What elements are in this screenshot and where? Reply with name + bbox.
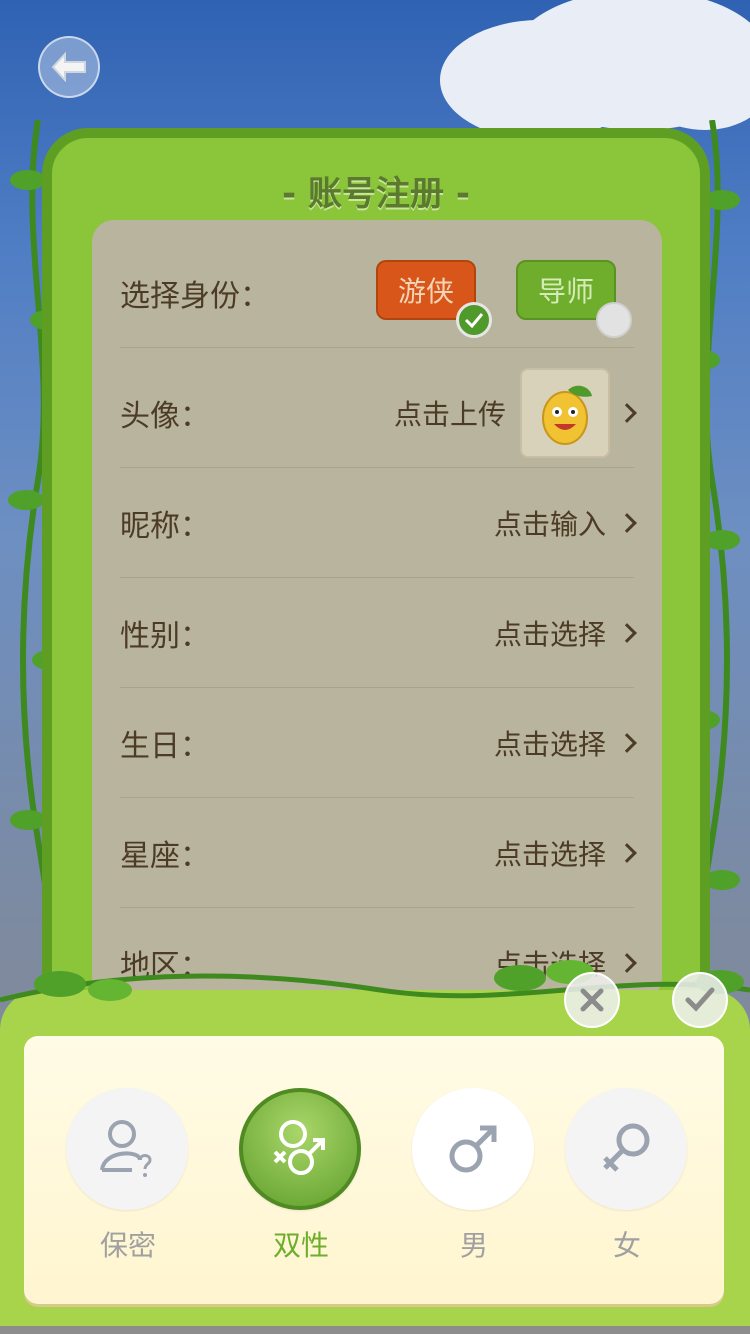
birthday-label: 生日： (120, 728, 210, 764)
confirm-button[interactable] (672, 972, 728, 1028)
gender-label: 性别： (120, 618, 210, 654)
role-ranger-label: 游侠 (397, 275, 454, 308)
gender-option-label: 双性 (272, 1229, 329, 1262)
identity-row: 选择身份： 游侠 导师 (120, 238, 634, 348)
chevron-right-icon (617, 842, 637, 863)
birthday-value: 点击选择 (493, 727, 606, 761)
gender-option-label: 男 (459, 1229, 488, 1262)
selected-check-icon (456, 302, 492, 338)
identity-label: 选择身份： (120, 278, 270, 314)
constellation-row[interactable]: 星座： 点击选择 (120, 798, 637, 908)
nickname-label: 昵称： (120, 508, 210, 544)
bottom-edge (0, 1326, 750, 1334)
page-title: - 账号注册 - (282, 174, 470, 214)
chevron-right-icon (617, 512, 637, 533)
unselected-radio-icon (596, 302, 632, 338)
nickname-row[interactable]: 昵称： 点击输入 (120, 468, 637, 578)
form-panel: 选择身份： 游侠 导师 头像： 点击上传 昵称： 点击输入 性别： 点击选择 生… (92, 220, 662, 1000)
male-icon (449, 1125, 497, 1173)
gender-options-panel: 保密 双性 男 女 (24, 1036, 724, 1304)
chevron-right-icon (617, 732, 637, 753)
gender-row[interactable]: 性别： 点击选择 (120, 578, 637, 688)
role-option-mentor[interactable]: 导师 (516, 260, 632, 338)
registration-board: - 账号注册 - 选择身份： 游侠 导师 头像： 点击上传 昵称： 点击输入 性… (42, 128, 710, 1028)
chevron-right-icon (617, 402, 637, 423)
lemon-avatar-icon (542, 385, 592, 445)
gender-option-secret[interactable]: 保密 (66, 1088, 190, 1264)
gender-picker-sheet: 保密 双性 男 女 (0, 960, 750, 1334)
bisexual-icon (273, 1120, 325, 1175)
gender-option-label: 保密 (99, 1229, 156, 1262)
gender-option-female[interactable]: 女 (565, 1088, 689, 1264)
constellation-label: 星座： (120, 838, 210, 874)
secret-person-icon (100, 1120, 152, 1177)
gender-option-label: 女 (612, 1229, 641, 1262)
birthday-row[interactable]: 生日： 点击选择 (120, 688, 637, 798)
check-icon (685, 987, 715, 1012)
constellation-value: 点击选择 (493, 837, 606, 871)
avatar-label: 头像： (120, 398, 210, 434)
gender-value: 点击选择 (493, 617, 606, 651)
close-icon (580, 988, 604, 1012)
avatar[interactable] (520, 368, 610, 458)
role-option-ranger[interactable]: 游侠 (376, 260, 492, 338)
gender-option-male[interactable]: 男 (412, 1088, 536, 1264)
back-arrow-icon (51, 52, 86, 82)
gender-option-bisexual[interactable]: 双性 (239, 1088, 363, 1264)
chevron-right-icon (617, 622, 637, 643)
back-button[interactable] (38, 36, 100, 98)
role-mentor-label: 导师 (537, 275, 594, 308)
leaf-decoration (0, 960, 750, 1003)
nickname-value: 点击输入 (493, 507, 606, 541)
avatar-row[interactable]: 头像： 点击上传 (120, 358, 637, 468)
cancel-button[interactable] (564, 972, 620, 1028)
female-icon (603, 1123, 650, 1172)
avatar-upload-text: 点击上传 (393, 397, 506, 431)
